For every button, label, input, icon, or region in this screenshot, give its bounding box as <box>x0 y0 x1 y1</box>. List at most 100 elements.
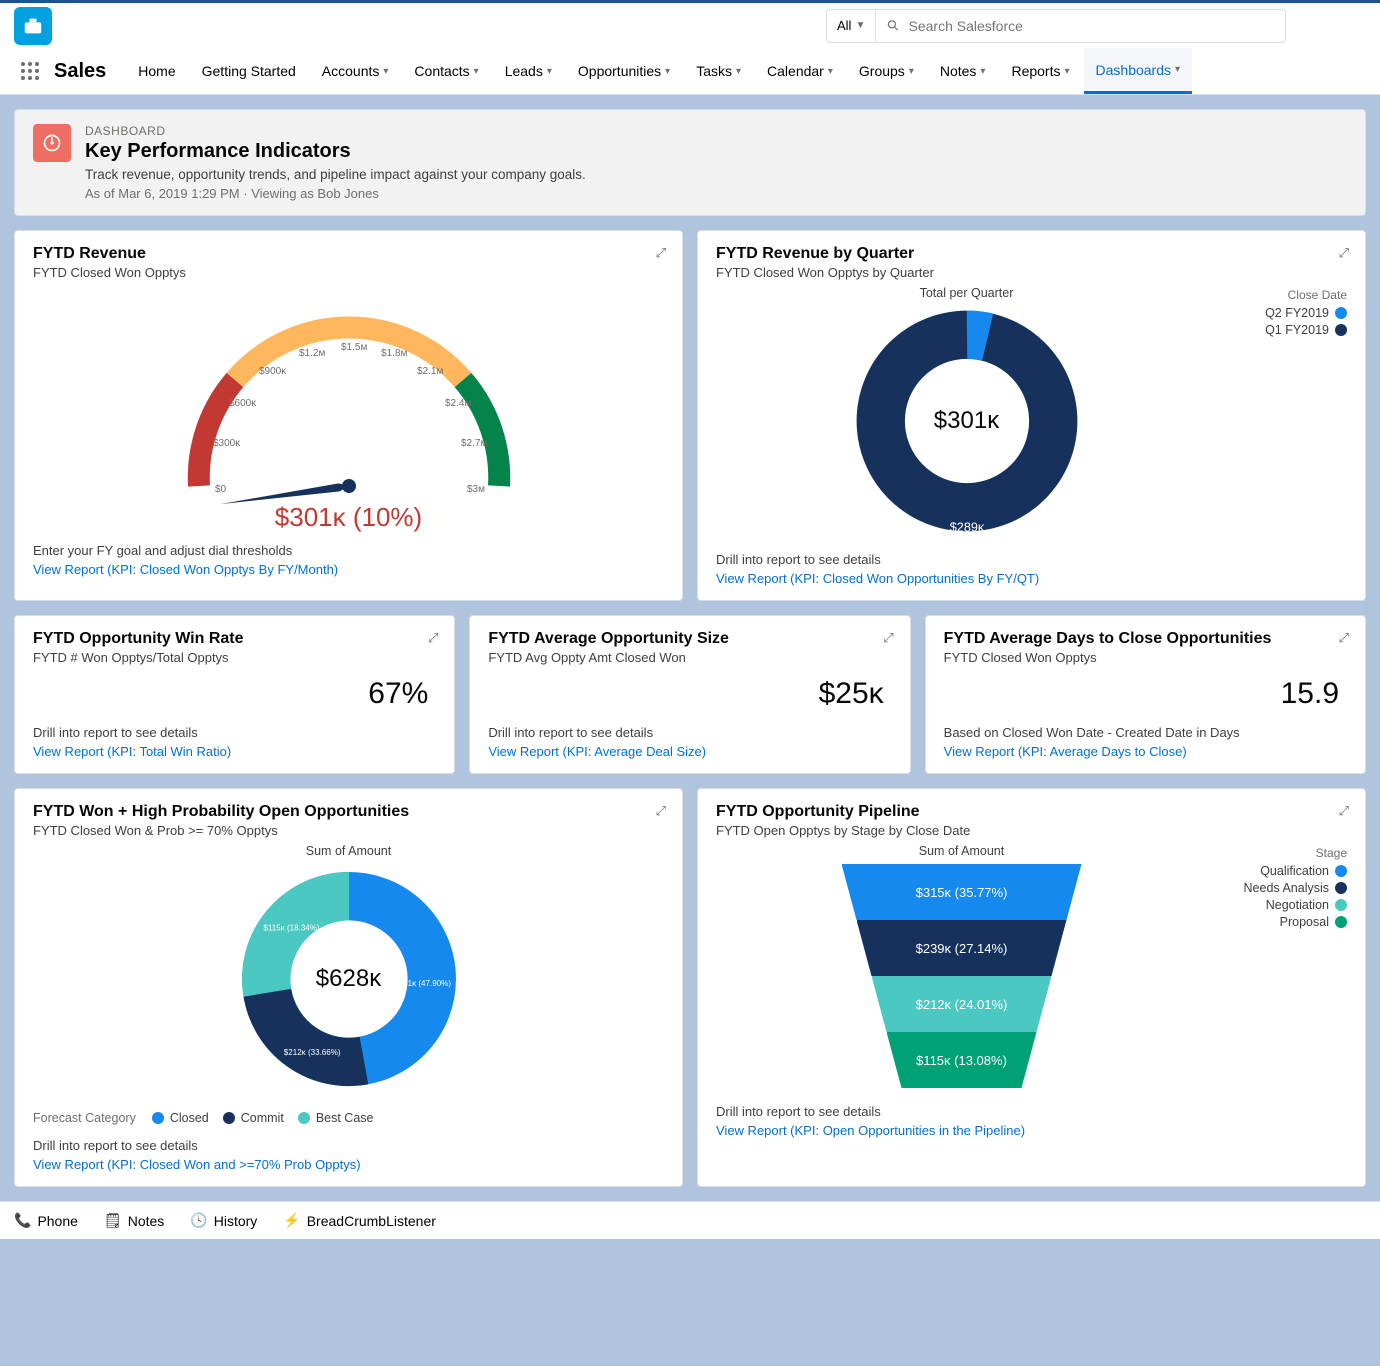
legend-label: Qualification <box>1260 864 1329 878</box>
nav-item-opportunities[interactable]: Opportunities▾ <box>566 48 682 94</box>
svg-text:$301ᴋ (47.90%): $301ᴋ (47.90%) <box>394 979 451 988</box>
legend-swatch <box>298 1112 310 1124</box>
expand-icon[interactable]: ⤢ <box>428 630 440 646</box>
card-footer-note: Drill into report to see details <box>716 1104 1347 1119</box>
nav-label: Accounts <box>322 63 380 79</box>
utility-notes[interactable]: 🗒Notes <box>104 1212 164 1229</box>
expand-icon[interactable]: ⤢ <box>1339 245 1351 261</box>
card-title: FYTD Average Days to Close Opportunities <box>944 630 1347 648</box>
svg-text:$600ᴋ: $600ᴋ <box>229 398 257 409</box>
svg-text:$2.1ᴍ: $2.1ᴍ <box>417 366 443 377</box>
card-fytd-revenue-by-quarter: ⤢ FYTD Revenue by Quarter FYTD Closed Wo… <box>697 230 1366 601</box>
nav-item-leads[interactable]: Leads▾ <box>493 48 564 94</box>
funnel-segment[interactable]: $115ᴋ (13.08%) <box>887 1032 1037 1088</box>
legend-item[interactable]: Negotiation <box>1217 898 1347 912</box>
card-fytd-revenue: ⤢ FYTD Revenue FYTD Closed Won Opptys $0… <box>14 230 683 601</box>
chart-title: Total per Quarter <box>716 286 1217 300</box>
svg-text:$212ᴋ (33.66%): $212ᴋ (33.66%) <box>283 1048 340 1057</box>
nav-label: Reports <box>1011 63 1060 79</box>
legend-item[interactable]: Closed <box>152 1111 209 1125</box>
nav-item-notes[interactable]: Notes▾ <box>928 48 998 94</box>
chevron-down-icon: ▾ <box>474 66 479 77</box>
legend-swatch <box>1335 865 1347 877</box>
expand-icon[interactable]: ⤢ <box>656 803 668 819</box>
legend-swatch <box>223 1112 235 1124</box>
dashboard-icon <box>33 124 71 162</box>
metric-value: 67% <box>33 665 436 715</box>
legend-item[interactable]: Qualification <box>1217 864 1347 878</box>
view-report-link[interactable]: View Report (KPI: Closed Won Opptys By F… <box>33 562 664 577</box>
card-title: FYTD Opportunity Pipeline <box>716 803 1347 821</box>
funnel-segment[interactable]: $239ᴋ (27.14%) <box>857 920 1067 976</box>
nav-label: Leads <box>505 63 543 79</box>
donut-center-value: $628ᴋ <box>316 965 381 993</box>
funnel-chart: $315ᴋ (35.77%)$239ᴋ (27.14%)$212ᴋ (24.01… <box>716 858 1207 1094</box>
legend-label: Q1 FY2019 <box>1265 323 1329 337</box>
nav-item-reports[interactable]: Reports ▾ <box>999 48 1081 94</box>
utility-phone[interactable]: 📞Phone <box>14 1212 78 1229</box>
funnel-segment[interactable]: $212ᴋ (24.01%) <box>872 976 1052 1032</box>
chevron-down-icon: ▾ <box>980 66 985 77</box>
chevron-down-icon: ▾ <box>828 66 833 77</box>
view-report-link[interactable]: View Report (KPI: Average Deal Size) <box>488 744 891 759</box>
nav-item-home[interactable]: Home <box>126 48 187 94</box>
card-title: FYTD Average Opportunity Size <box>488 630 891 648</box>
nav-item-getting-started[interactable]: Getting Started <box>190 48 308 94</box>
nav-item-contacts[interactable]: Contacts▾ <box>402 48 490 94</box>
nav-label: Opportunities <box>578 63 661 79</box>
utility-breadcrumb-listener[interactable]: ⚡BreadCrumbListener <box>283 1212 436 1229</box>
svg-text:$900ᴋ: $900ᴋ <box>259 366 287 377</box>
legend-swatch <box>1335 882 1347 894</box>
card-title: FYTD Revenue <box>33 245 664 263</box>
legend-item[interactable]: Q1 FY2019 <box>1227 323 1347 337</box>
chart-title: Sum of Amount <box>33 844 664 858</box>
legend-label: Negotiation <box>1266 898 1329 912</box>
expand-icon[interactable]: ⤢ <box>883 630 895 646</box>
expand-icon[interactable]: ⤢ <box>656 245 668 261</box>
chevron-down-icon: ▾ <box>1064 66 1069 77</box>
chevron-down-icon: ▾ <box>909 66 914 77</box>
legend-swatch <box>152 1112 164 1124</box>
card-opportunity-pipeline: ⤢ FYTD Opportunity Pipeline FYTD Open Op… <box>697 788 1366 1187</box>
notes-icon: 🗒 <box>104 1212 122 1229</box>
search-scope-dropdown[interactable]: All ▼ <box>827 10 876 42</box>
legend-item[interactable]: Needs Analysis <box>1217 881 1347 895</box>
header-eyebrow: DASHBOARD <box>85 124 586 138</box>
view-report-link[interactable]: View Report (KPI: Total Win Ratio) <box>33 744 436 759</box>
legend-label: Commit <box>241 1111 284 1125</box>
nav-item-calendar[interactable]: Calendar ▾ <box>755 48 845 94</box>
expand-icon[interactable]: ⤢ <box>1339 630 1351 646</box>
waffle-icon <box>20 61 40 81</box>
card-subtitle: FYTD Closed Won Opptys <box>944 650 1347 665</box>
legend-item[interactable]: Commit <box>223 1111 284 1125</box>
nav-item-accounts[interactable]: Accounts▾ <box>310 48 401 94</box>
card-title: FYTD Won + High Probability Open Opportu… <box>33 803 664 821</box>
nav-item-groups[interactable]: Groups▾ <box>847 48 926 94</box>
svg-text:$2.7ᴍ: $2.7ᴍ <box>461 438 487 449</box>
chevron-down-icon: ▾ <box>383 66 388 77</box>
search-input[interactable] <box>909 18 1276 34</box>
expand-icon[interactable]: ⤢ <box>1339 803 1351 819</box>
view-report-link[interactable]: View Report (KPI: Average Days to Close) <box>944 744 1347 759</box>
card-avg-opportunity-size: ⤢ FYTD Average Opportunity Size FYTD Avg… <box>469 615 910 774</box>
legend-item[interactable]: Proposal <box>1217 915 1347 929</box>
app-launcher-button[interactable] <box>14 55 46 87</box>
legend-item[interactable]: Best Case <box>298 1111 374 1125</box>
nav-label: Calendar <box>767 63 824 79</box>
nav-item-dashboards[interactable]: Dashboards▾ <box>1084 48 1193 94</box>
card-footer-note: Drill into report to see details <box>33 1138 664 1153</box>
card-subtitle: FYTD Closed Won Opptys <box>33 265 664 280</box>
gauge-chart: $0 $300ᴋ $600ᴋ $900ᴋ $1.2ᴍ $1.5ᴍ $1.8ᴍ $… <box>149 286 549 506</box>
legend-label: Best Case <box>316 1111 374 1125</box>
svg-text:$115ᴋ (18.34%): $115ᴋ (18.34%) <box>263 924 320 933</box>
app-logo[interactable] <box>14 7 52 45</box>
view-report-import[interactable]: View Report (KPI: Open Opportunities in … <box>716 1123 1347 1138</box>
funnel-segment[interactable]: $315ᴋ (35.77%) <box>842 864 1082 920</box>
legend-item[interactable]: Q2 FY2019 <box>1227 306 1347 320</box>
nav-item-tasks[interactable]: Tasks▾ <box>684 48 753 94</box>
legend-title: Close Date <box>1227 288 1347 302</box>
view-report-link[interactable]: View Report (KPI: Closed Won and >=70% P… <box>33 1157 664 1172</box>
card-subtitle: FYTD Avg Oppty Amt Closed Won <box>488 650 891 665</box>
view-report-link[interactable]: View Report (KPI: Closed Won Opportuniti… <box>716 571 1347 586</box>
utility-history[interactable]: 🕓History <box>190 1212 257 1229</box>
